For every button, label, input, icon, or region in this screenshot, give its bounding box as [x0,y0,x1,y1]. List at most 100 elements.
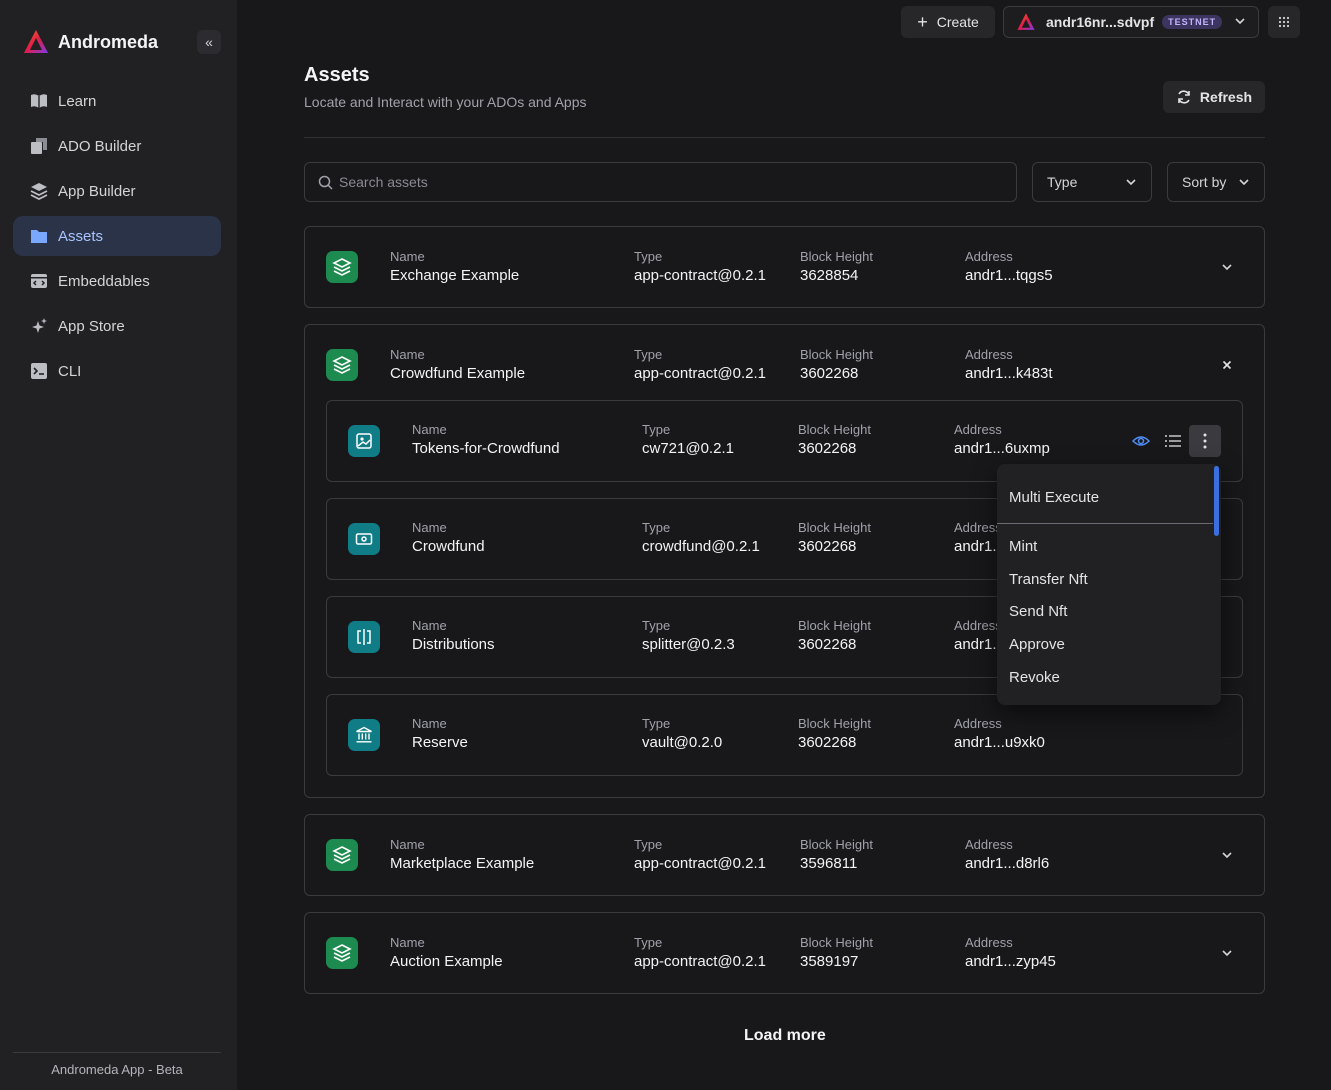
type-field: Type splitter@0.2.3 [642,618,735,653]
type-value: splitter@0.2.3 [642,636,735,653]
actions-dropdown-menu: Multi Execute Mint Transfer Nft Send Nft… [997,464,1221,705]
block-height-field: Block Height 3628854 [800,249,873,284]
name-label: Name [412,618,447,633]
type-field: Type app-contract@0.2.1 [634,935,766,970]
block-height-field: Block Height 3602268 [798,520,871,555]
sidebar-item-app-store[interactable]: App Store [13,306,221,346]
chevron-down-icon [1234,14,1246,30]
split-icon [348,621,380,653]
sidebar-nav: Learn ADO Builder App Builder Assets Emb… [13,81,221,396]
sidebar-item-label: App Store [58,317,125,335]
name-value: Auction Example [390,953,503,970]
name-label: Name [390,837,425,852]
menu-item-label: Multi Execute [1009,489,1100,506]
search-box[interactable] [304,162,1017,202]
type-field: Type app-contract@0.2.1 [634,347,766,382]
address-value[interactable]: andr1...6uxmp [954,440,1050,457]
type-value: app-contract@0.2.1 [634,267,766,284]
wallet-selector[interactable]: andr16nr...sdvpf TESTNET [1003,6,1259,38]
grid-icon [1278,16,1290,28]
block-height-label: Block Height [798,716,871,731]
expand-button[interactable] [1217,845,1237,865]
block-height-field: Block Height 3602268 [798,716,871,751]
type-field: Type vault@0.2.0 [642,716,722,751]
sidebar-item-embeddables[interactable]: Embeddables [13,261,221,301]
refresh-label: Refresh [1199,89,1253,105]
name-field: Name Auction Example [390,935,503,970]
apps-grid-button[interactable] [1268,6,1300,38]
sidebar-item-app-builder[interactable]: App Builder [13,171,221,211]
app-row[interactable]: Name Marketplace Example Type app-contract… [305,815,1264,895]
create-button[interactable]: + Create [901,6,995,38]
address-value[interactable]: andr1...zyp45 [965,953,1056,970]
name-label: Name [390,347,425,362]
brand[interactable]: Andromeda [22,28,158,56]
sidebar-item-cli[interactable]: CLI [13,351,221,391]
block-height-value: 3602268 [798,440,857,457]
address-label: Address [954,422,1002,437]
block-height-value: 3589197 [800,953,859,970]
menu-item-mint[interactable]: Mint [1009,538,1037,555]
view-button[interactable] [1125,425,1157,457]
block-height-label: Block Height [798,422,871,437]
chevron-down-icon [1222,852,1232,859]
more-options-button[interactable] [1189,425,1221,457]
expand-button[interactable] [1217,943,1237,963]
menu-item-transfer-nft[interactable]: Transfer Nft [1009,571,1088,588]
component-card[interactable]: Name Reserve Type vault@0.2.0 Block Height… [326,694,1243,776]
menu-item-multi-execute[interactable]: Multi Execute [997,482,1213,524]
chevron-down-icon [1222,950,1232,957]
name-field: Name Distributions [412,618,495,653]
app-card: Name Marketplace Example Type app-contract… [304,814,1265,896]
address-label: Address [954,716,1002,731]
menu-item-approve[interactable]: Approve [1009,636,1065,653]
sidebar-item-assets[interactable]: Assets [13,216,221,256]
type-filter-select[interactable]: Type [1032,162,1152,202]
block-height-value: 3602268 [798,636,857,653]
app-row[interactable]: Name Auction Example Type app-contract@0.2… [305,913,1264,993]
address-field: Address andr1...6uxmp [954,422,1050,457]
block-height-label: Block Height [800,249,873,264]
block-height-label: Block Height [800,347,873,362]
load-more-button[interactable]: Load more [744,1027,826,1045]
address-value[interactable]: andr1...tqgs5 [965,267,1053,284]
name-label: Name [390,249,425,264]
address-label: Address [965,837,1013,852]
plus-icon: + [917,11,928,32]
close-icon [1222,360,1232,370]
more-vertical-icon [1203,433,1207,449]
type-filter-label: Type [1047,174,1078,190]
name-value: Crowdfund [412,538,485,555]
sort-by-select[interactable]: Sort by [1167,162,1265,202]
address-value[interactable]: andr1...u9xk0 [954,734,1045,751]
block-height-value: 3602268 [798,734,857,751]
menu-item-send-nft[interactable]: Send Nft [1009,603,1067,620]
collapse-sidebar-button[interactable]: « [197,30,221,54]
address-value[interactable]: andr1...d8rl6 [965,855,1049,872]
search-input[interactable] [339,174,939,190]
app-row[interactable]: Name Crowdfund Example Type app-contract@0… [305,325,1264,405]
name-value: Reserve [412,734,468,751]
type-label: Type [642,618,671,633]
name-field: Name Reserve [412,716,468,751]
expand-button[interactable] [1217,257,1237,277]
list-icon [1165,435,1181,447]
embed-icon [29,271,49,291]
address-value[interactable]: andr1...k483t [965,365,1053,382]
type-value: vault@0.2.0 [642,734,723,751]
network-badge: TESTNET [1162,15,1223,29]
block-height-value: 3602268 [800,365,859,382]
page-title: Assets [304,64,370,86]
menu-item-revoke[interactable]: Revoke [1009,669,1060,686]
sidebar-item-ado-builder[interactable]: ADO Builder [13,126,221,166]
type-label: Type [634,347,663,362]
menu-scrollbar[interactable] [1214,466,1219,536]
block-height-field: Block Height 3596811 [800,837,873,872]
list-button[interactable] [1157,425,1189,457]
block-height-label: Block Height [798,520,871,535]
collapse-button[interactable] [1217,355,1237,375]
refresh-button[interactable]: Refresh [1163,81,1265,113]
name-label: Name [412,422,447,437]
app-row[interactable]: Name Exchange Example Type app-contract@0.… [305,227,1264,307]
sidebar-item-learn[interactable]: Learn [13,81,221,121]
